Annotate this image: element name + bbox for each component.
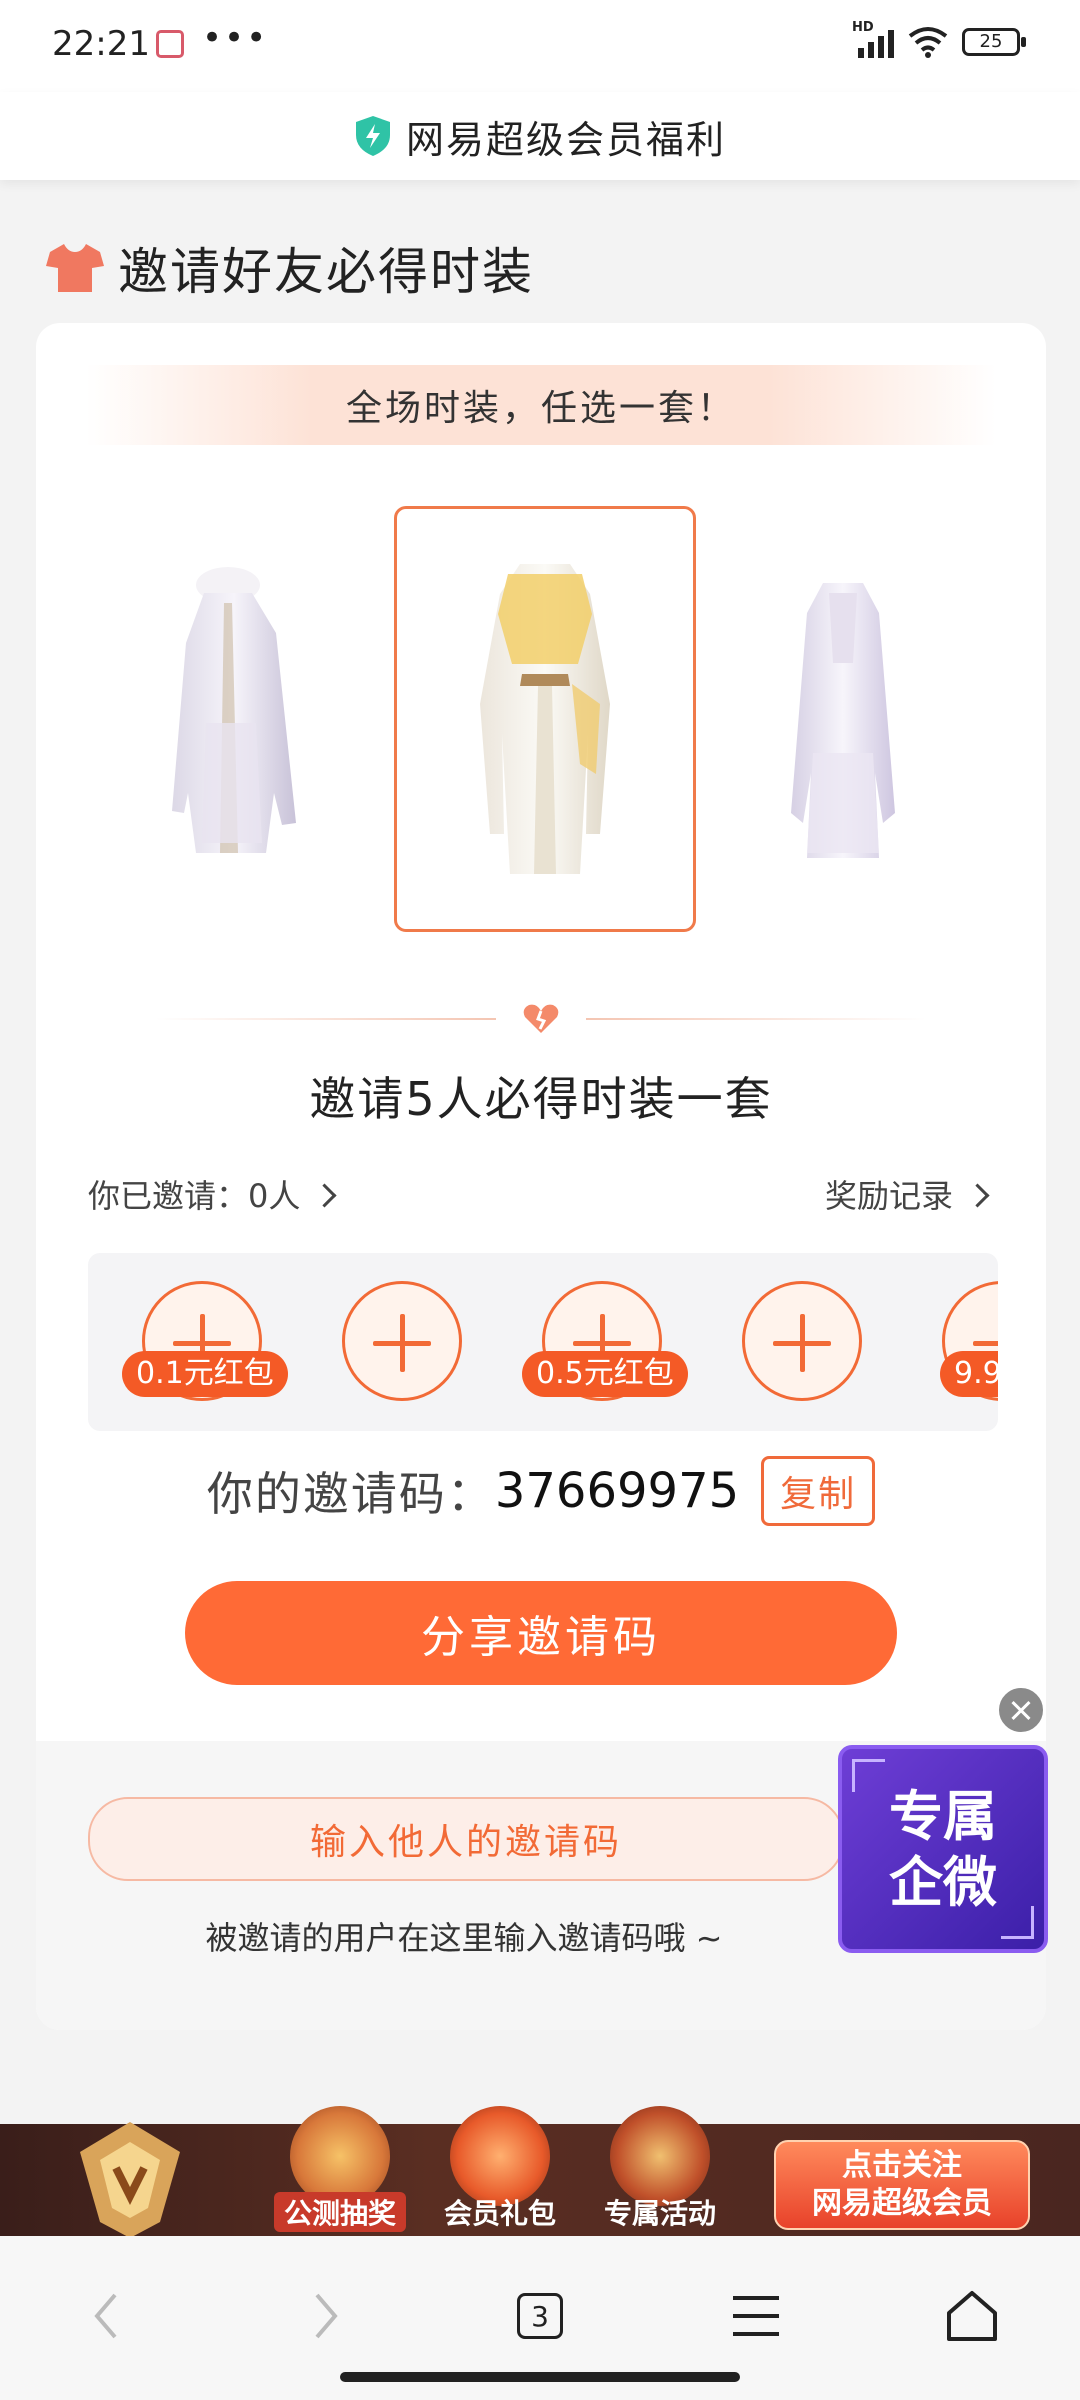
promo-banner: 全场时装，任选一套！ — [86, 365, 996, 445]
wifi-icon — [908, 27, 948, 58]
close-icon[interactable] — [997, 1686, 1045, 1734]
notification-app-icon — [156, 30, 184, 58]
wecom-label-line1: 专属 — [889, 1784, 997, 1848]
copy-button[interactable]: 复制 — [761, 1456, 876, 1526]
decorative-divider — [156, 999, 926, 1039]
status-time: 22:21 — [52, 24, 150, 64]
invite-slots: 0.1元红包 0.5元红包 9.9元 — [88, 1253, 998, 1431]
follow-vip-button[interactable]: 点击关注 网易超级会员 — [774, 2140, 1030, 2230]
outfit-carousel[interactable] — [36, 503, 1046, 933]
heart-icon — [523, 1004, 559, 1033]
chevron-right-icon — [312, 1182, 337, 1208]
promo-activity[interactable]: 专属活动 — [590, 2106, 730, 2236]
invited-count-label: 你已邀请：0人 — [88, 1177, 301, 1215]
section-heading: 邀请好友必得时装 — [46, 232, 534, 304]
menu-button[interactable] — [716, 2276, 796, 2356]
invite-slot-add-button[interactable] — [742, 1281, 862, 1401]
tabs-button[interactable]: 3 — [500, 2276, 580, 2356]
page-header: 网易超级会员福利 — [0, 92, 1080, 180]
home-indicator[interactable] — [340, 2372, 740, 2382]
invited-count-link[interactable]: 你已邀请：0人 — [88, 1171, 337, 1217]
section-title: 邀请好友必得时装 — [118, 243, 534, 301]
reward-tag: 0.5元红包 — [522, 1351, 688, 1397]
reward-tag: 9.9元 — [940, 1351, 998, 1397]
wecom-float-button[interactable]: 专属 企微 — [838, 1745, 1048, 1953]
battery-icon: 25 — [962, 28, 1026, 56]
reward-record-label: 奖励记录 — [824, 1177, 953, 1215]
promo-gift[interactable]: 会员礼包 — [430, 2106, 570, 2236]
outfit-option-selected[interactable] — [394, 506, 696, 932]
home-icon — [947, 2291, 997, 2341]
lottery-wheel-icon — [290, 2106, 390, 2206]
outfit-option[interactable] — [758, 573, 928, 863]
reward-tag: 0.1元红包 — [122, 1351, 288, 1397]
enter-code-button[interactable]: 输入他人的邀请码 — [88, 1797, 844, 1881]
netease-vip-logo — [80, 2122, 180, 2238]
outfit-image — [791, 583, 895, 858]
invite-code-row: 你的邀请码： 37669975 复制 — [36, 1456, 1046, 1526]
invite-code-label: 你的邀请码： — [206, 1467, 495, 1521]
promo-lottery[interactable]: 公测抽奖 — [270, 2106, 410, 2236]
reward-record-link[interactable]: 奖励记录 — [824, 1171, 990, 1217]
promo-bar: 公测抽奖 会员礼包 专属活动 点击关注 网易超级会员 — [0, 2106, 1080, 2238]
outfit-option[interactable] — [146, 563, 326, 863]
more-notifications-icon: ••• — [202, 18, 269, 58]
shield-icon — [355, 116, 390, 156]
signal-icon: HD — [852, 20, 894, 58]
forward-button[interactable] — [286, 2276, 366, 2356]
gift-box-icon — [450, 2106, 550, 2206]
wecom-label-line2: 企微 — [889, 1850, 997, 1914]
chevron-left-icon — [94, 2293, 117, 2339]
tshirt-icon — [46, 244, 104, 292]
outfit-image — [480, 564, 610, 874]
outfit-image — [172, 567, 296, 853]
page-title: 网易超级会员福利 — [405, 117, 726, 162]
chevron-right-icon — [965, 1182, 990, 1208]
share-code-button[interactable]: 分享邀请码 — [185, 1581, 897, 1685]
chevron-right-icon — [315, 2293, 338, 2339]
invite-code-value: 37669975 — [494, 1463, 740, 1519]
back-button[interactable] — [66, 2276, 146, 2356]
home-button[interactable] — [932, 2276, 1012, 2356]
invite-slot-add-button[interactable] — [342, 1281, 462, 1401]
status-bar: 22:21 ••• HD 25 — [0, 0, 1080, 92]
invite-goal-title: 邀请5人必得时装一套 — [309, 1072, 773, 1126]
enter-code-hint: 被邀请的用户在这里输入邀请码哦 ~ — [205, 1919, 723, 1957]
menu-icon — [733, 2296, 779, 2336]
activity-badge-icon — [610, 2106, 710, 2206]
tab-count: 3 — [517, 2293, 563, 2339]
